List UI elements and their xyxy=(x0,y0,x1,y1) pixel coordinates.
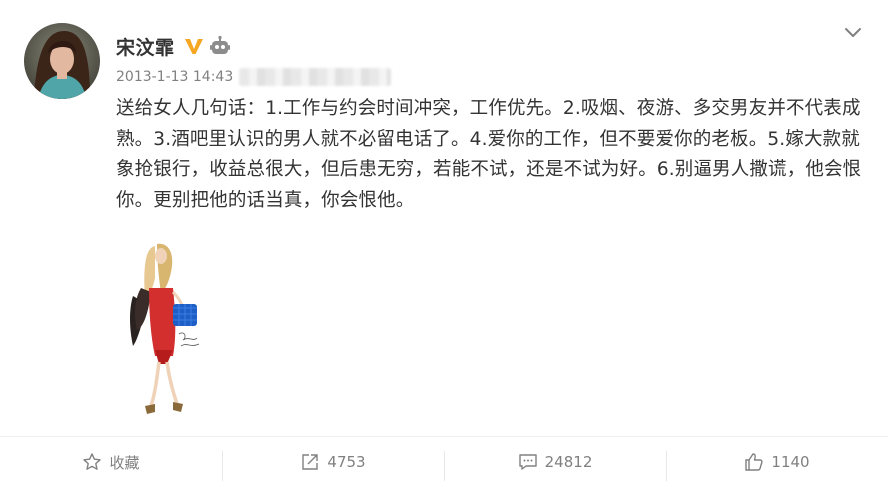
post-timestamp[interactable]: 2013-1-13 14:43 xyxy=(116,69,233,85)
star-icon xyxy=(83,453,102,470)
post-image[interactable] xyxy=(115,238,214,418)
comment-button[interactable]: 24812 xyxy=(444,437,666,487)
vip-icon[interactable] xyxy=(183,35,205,57)
repost-button[interactable]: 4753 xyxy=(222,437,444,487)
share-icon xyxy=(302,454,319,470)
action-bar: 收藏 4753 24812 1140 xyxy=(0,436,888,487)
weibo-post-card: 宋汶霏 2013-1-13 14:43 送给女人几句话：1.工作与约会时间冲突，… xyxy=(0,0,888,486)
thumbs-up-icon xyxy=(745,453,764,471)
chevron-down-icon[interactable] xyxy=(842,21,864,43)
like-count: 1140 xyxy=(771,453,810,471)
author-row: 宋汶霏 xyxy=(116,33,231,59)
blurred-source xyxy=(239,68,392,86)
post-text: 送给女人几句话：1.工作与约会时间冲突，工作优先。2.吸烟、夜游、多交男友并不代… xyxy=(116,98,862,211)
meta-row: 2013-1-13 14:43 xyxy=(116,66,392,88)
like-button[interactable]: 1140 xyxy=(666,437,888,487)
robot-icon[interactable] xyxy=(209,35,231,57)
favorite-label: 收藏 xyxy=(109,453,140,472)
avatar[interactable] xyxy=(24,23,100,99)
repost-count: 4753 xyxy=(327,453,366,471)
comment-count: 24812 xyxy=(544,453,593,471)
comment-icon xyxy=(518,454,537,470)
author-name[interactable]: 宋汶霏 xyxy=(116,33,175,60)
favorite-button[interactable]: 收藏 xyxy=(0,437,222,487)
